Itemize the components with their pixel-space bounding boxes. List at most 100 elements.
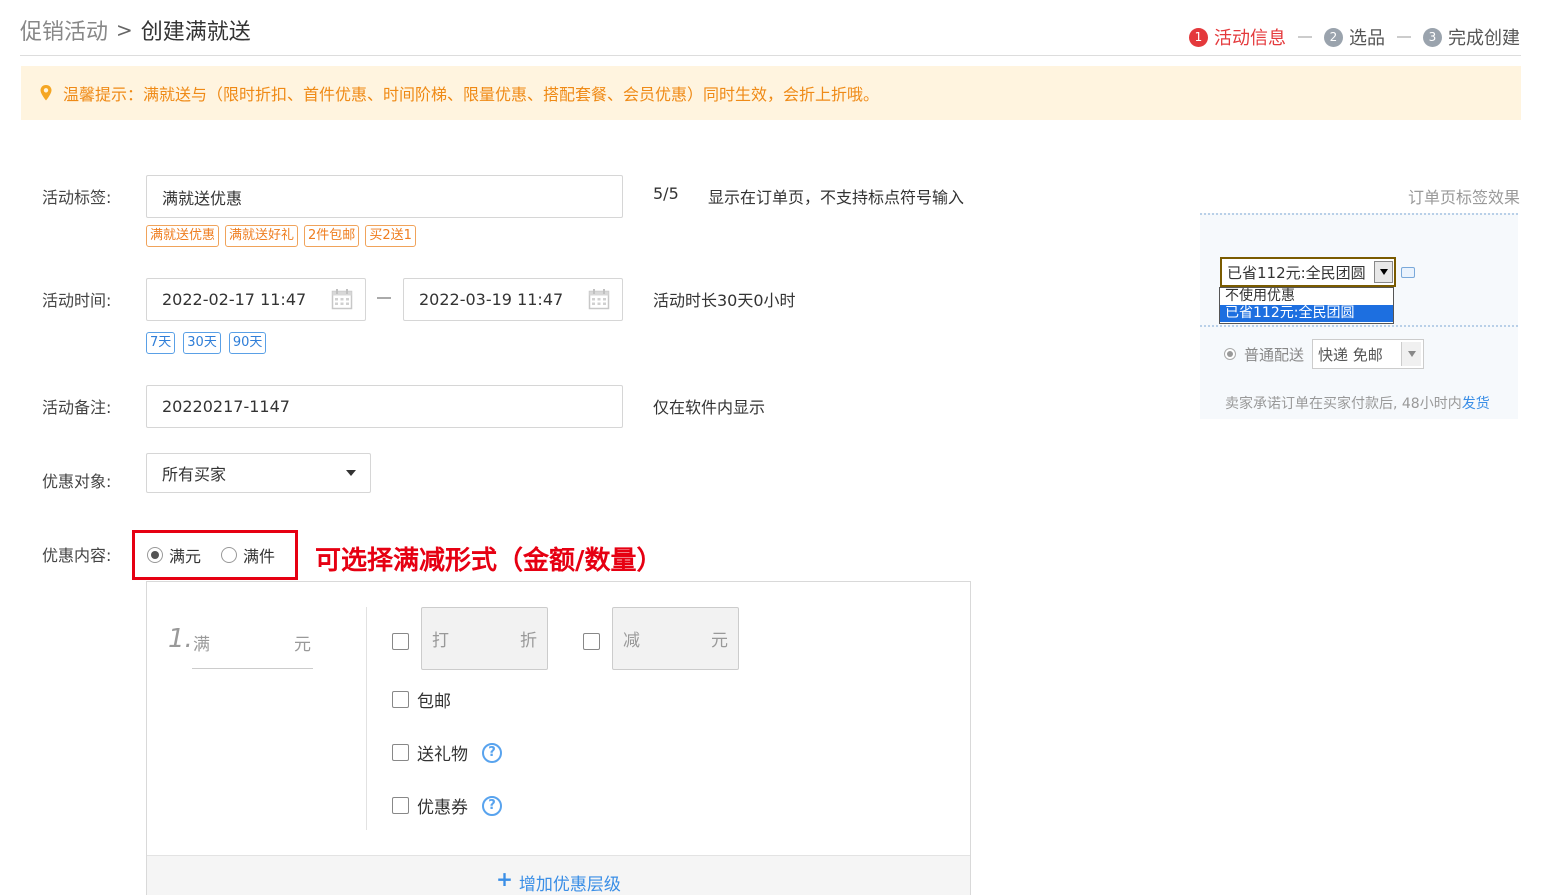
radio-label: 满件 bbox=[243, 547, 276, 566]
start-time-input[interactable]: 2022-02-17 11:47 bbox=[146, 278, 366, 321]
preview-shipping-select: 快递 免邮 bbox=[1312, 339, 1425, 369]
step-indicator: 1 活动信息 2 选品 3 完成创建 bbox=[1189, 24, 1520, 50]
step-number-1: 1 bbox=[1189, 27, 1208, 47]
free-shipping-checkbox[interactable] bbox=[392, 691, 409, 708]
duration-hint: 活动时长30天0小时 bbox=[653, 291, 796, 310]
tag-preset[interactable]: 满就送优惠 bbox=[146, 225, 220, 247]
add-tier-button[interactable]: + 增加优惠层级 bbox=[147, 855, 970, 895]
preview-divider bbox=[1200, 325, 1518, 327]
preview-dropdown-list: 不使用优惠 已省112元:全民团圆 bbox=[1219, 287, 1394, 324]
duration-preset[interactable]: 30天 bbox=[183, 332, 221, 354]
tag-hint: 显示在订单页，不支持标点符号输入 bbox=[708, 188, 965, 207]
free-shipping-option[interactable]: 包邮 bbox=[392, 687, 451, 712]
tier-panel bbox=[146, 581, 971, 895]
discount-prefix: 打 bbox=[432, 631, 449, 651]
start-time-value: 2022-02-17 11:47 bbox=[162, 290, 307, 309]
preview-shipping-row: 普通配送 快递 免邮 bbox=[1224, 339, 1425, 369]
discount-input[interactable]: 打 折 bbox=[421, 607, 548, 670]
end-time-value: 2022-03-19 11:47 bbox=[419, 290, 564, 309]
header-divider bbox=[20, 55, 1521, 56]
preview-shipping-value: 快递 免邮 bbox=[1318, 345, 1383, 364]
gift-label: 送礼物 bbox=[417, 745, 468, 765]
location-pin-icon bbox=[40, 85, 52, 101]
preview-shipping-label: 普通配送 bbox=[1244, 345, 1305, 364]
preview-option: 不使用优惠 bbox=[1225, 288, 1295, 304]
duration-presets: 7天 30天 90天 bbox=[146, 332, 267, 354]
annotation-text: 可选择满减形式（金额/数量） bbox=[315, 546, 663, 576]
step-label: 完成创建 bbox=[1448, 28, 1520, 49]
duration-preset[interactable]: 90天 bbox=[228, 332, 267, 354]
message-icon bbox=[1401, 267, 1415, 278]
discount-checkbox[interactable] bbox=[392, 633, 409, 650]
target-select[interactable]: 所有买家 bbox=[146, 453, 371, 493]
reduce-prefix: 减 bbox=[623, 631, 640, 651]
radio-full-amount[interactable]: 满元 bbox=[147, 543, 201, 567]
remark-label: 活动备注: bbox=[42, 398, 112, 417]
notice-banner: 温馨提示：满就送与（限时折扣、首件优惠、时间阶梯、限量优惠、搭配套餐、会员优惠）… bbox=[21, 66, 1521, 120]
step-divider bbox=[1397, 36, 1411, 38]
dropdown-arrow-icon bbox=[1401, 342, 1422, 366]
radio-dot-checked[interactable] bbox=[147, 547, 163, 563]
end-time-input[interactable]: 2022-03-19 11:47 bbox=[403, 278, 623, 321]
free-shipping-label: 包邮 bbox=[417, 692, 451, 712]
chevron-down-icon bbox=[346, 470, 356, 476]
remark-input[interactable]: 20220217-1147 bbox=[146, 385, 623, 428]
step-label: 活动信息 bbox=[1214, 28, 1286, 49]
breadcrumb: 促销活动 > 创建满就送 bbox=[20, 14, 251, 46]
breadcrumb-parent[interactable]: 促销活动 bbox=[20, 14, 108, 46]
step-divider bbox=[1298, 36, 1312, 38]
tag-preset[interactable]: 满就送好礼 bbox=[225, 225, 299, 247]
add-tier-label: 增加优惠层级 bbox=[518, 875, 621, 895]
calendar-icon[interactable] bbox=[331, 288, 353, 310]
discount-unit: 折 bbox=[520, 631, 537, 651]
reduce-checkbox[interactable] bbox=[583, 633, 600, 650]
coupon-label: 优惠券 bbox=[417, 798, 468, 818]
step-number-3: 3 bbox=[1423, 27, 1442, 47]
content-label: 优惠内容: bbox=[42, 546, 112, 565]
preview-title: 订单页标签效果 bbox=[1407, 188, 1520, 207]
help-icon[interactable]: ? bbox=[482, 795, 502, 816]
target-select-value: 所有买家 bbox=[162, 465, 227, 484]
coupon-checkbox[interactable] bbox=[392, 797, 409, 814]
step-label: 选品 bbox=[1349, 28, 1385, 49]
content-type-radio-group: 满元 满件 bbox=[132, 530, 298, 580]
preview-footer-text: 卖家承诺订单在买家付款后, 48小时内 bbox=[1225, 396, 1462, 412]
preview-option-selected: 已省112元:全民团圆 bbox=[1220, 305, 1393, 322]
plus-icon: + bbox=[496, 867, 513, 891]
breadcrumb-separator: > bbox=[116, 18, 133, 42]
full-prefix: 满 bbox=[193, 635, 210, 655]
reduce-input[interactable]: 减 元 bbox=[612, 607, 739, 670]
remark-hint: 仅在软件内显示 bbox=[653, 398, 766, 417]
preview-footer-link: 发货 bbox=[1461, 396, 1490, 412]
tag-presets: 满就送优惠 满就送好礼 2件包邮 买2送1 bbox=[146, 225, 416, 247]
preview-radio bbox=[1224, 348, 1236, 360]
duration-preset[interactable]: 7天 bbox=[146, 332, 176, 354]
gift-option[interactable]: 送礼物 ? bbox=[392, 740, 502, 765]
date-range-separator bbox=[377, 297, 391, 299]
time-label: 活动时间: bbox=[42, 291, 112, 310]
radio-dot[interactable] bbox=[221, 547, 238, 563]
target-label: 优惠对象: bbox=[42, 472, 112, 491]
calendar-icon[interactable] bbox=[588, 288, 610, 310]
tag-label: 活动标签: bbox=[42, 188, 112, 207]
radio-full-quantity[interactable]: 满件 bbox=[221, 543, 275, 567]
full-amount-input[interactable] bbox=[192, 668, 313, 669]
help-icon[interactable]: ? bbox=[482, 742, 502, 763]
preview-footer: 卖家承诺订单在买家付款后, 48小时内发货 bbox=[1225, 393, 1490, 413]
tag-preset[interactable]: 买2送1 bbox=[365, 225, 416, 247]
dropdown-arrow-icon bbox=[1374, 261, 1393, 283]
preview-discount-select: 已省112元:全民团圆 bbox=[1220, 257, 1396, 287]
step-select-products: 2 选品 bbox=[1324, 24, 1385, 50]
tag-input[interactable]: 满就送优惠 bbox=[146, 175, 623, 218]
tag-preset[interactable]: 2件包邮 bbox=[304, 225, 360, 247]
full-unit: 元 bbox=[294, 635, 311, 655]
gift-checkbox[interactable] bbox=[392, 744, 409, 761]
tier-index: 1. bbox=[168, 624, 193, 654]
radio-label: 满元 bbox=[169, 547, 202, 566]
preview-selected-value: 已省112元:全民团圆 bbox=[1227, 263, 1366, 282]
tag-char-count: 5/5 bbox=[653, 184, 679, 203]
notice-text: 温馨提示：满就送与（限时折扣、首件优惠、时间阶梯、限量优惠、搭配套餐、会员优惠）… bbox=[63, 85, 880, 104]
step-complete: 3 完成创建 bbox=[1423, 24, 1520, 50]
coupon-option[interactable]: 优惠券 ? bbox=[392, 793, 502, 818]
tier-divider bbox=[366, 607, 367, 830]
